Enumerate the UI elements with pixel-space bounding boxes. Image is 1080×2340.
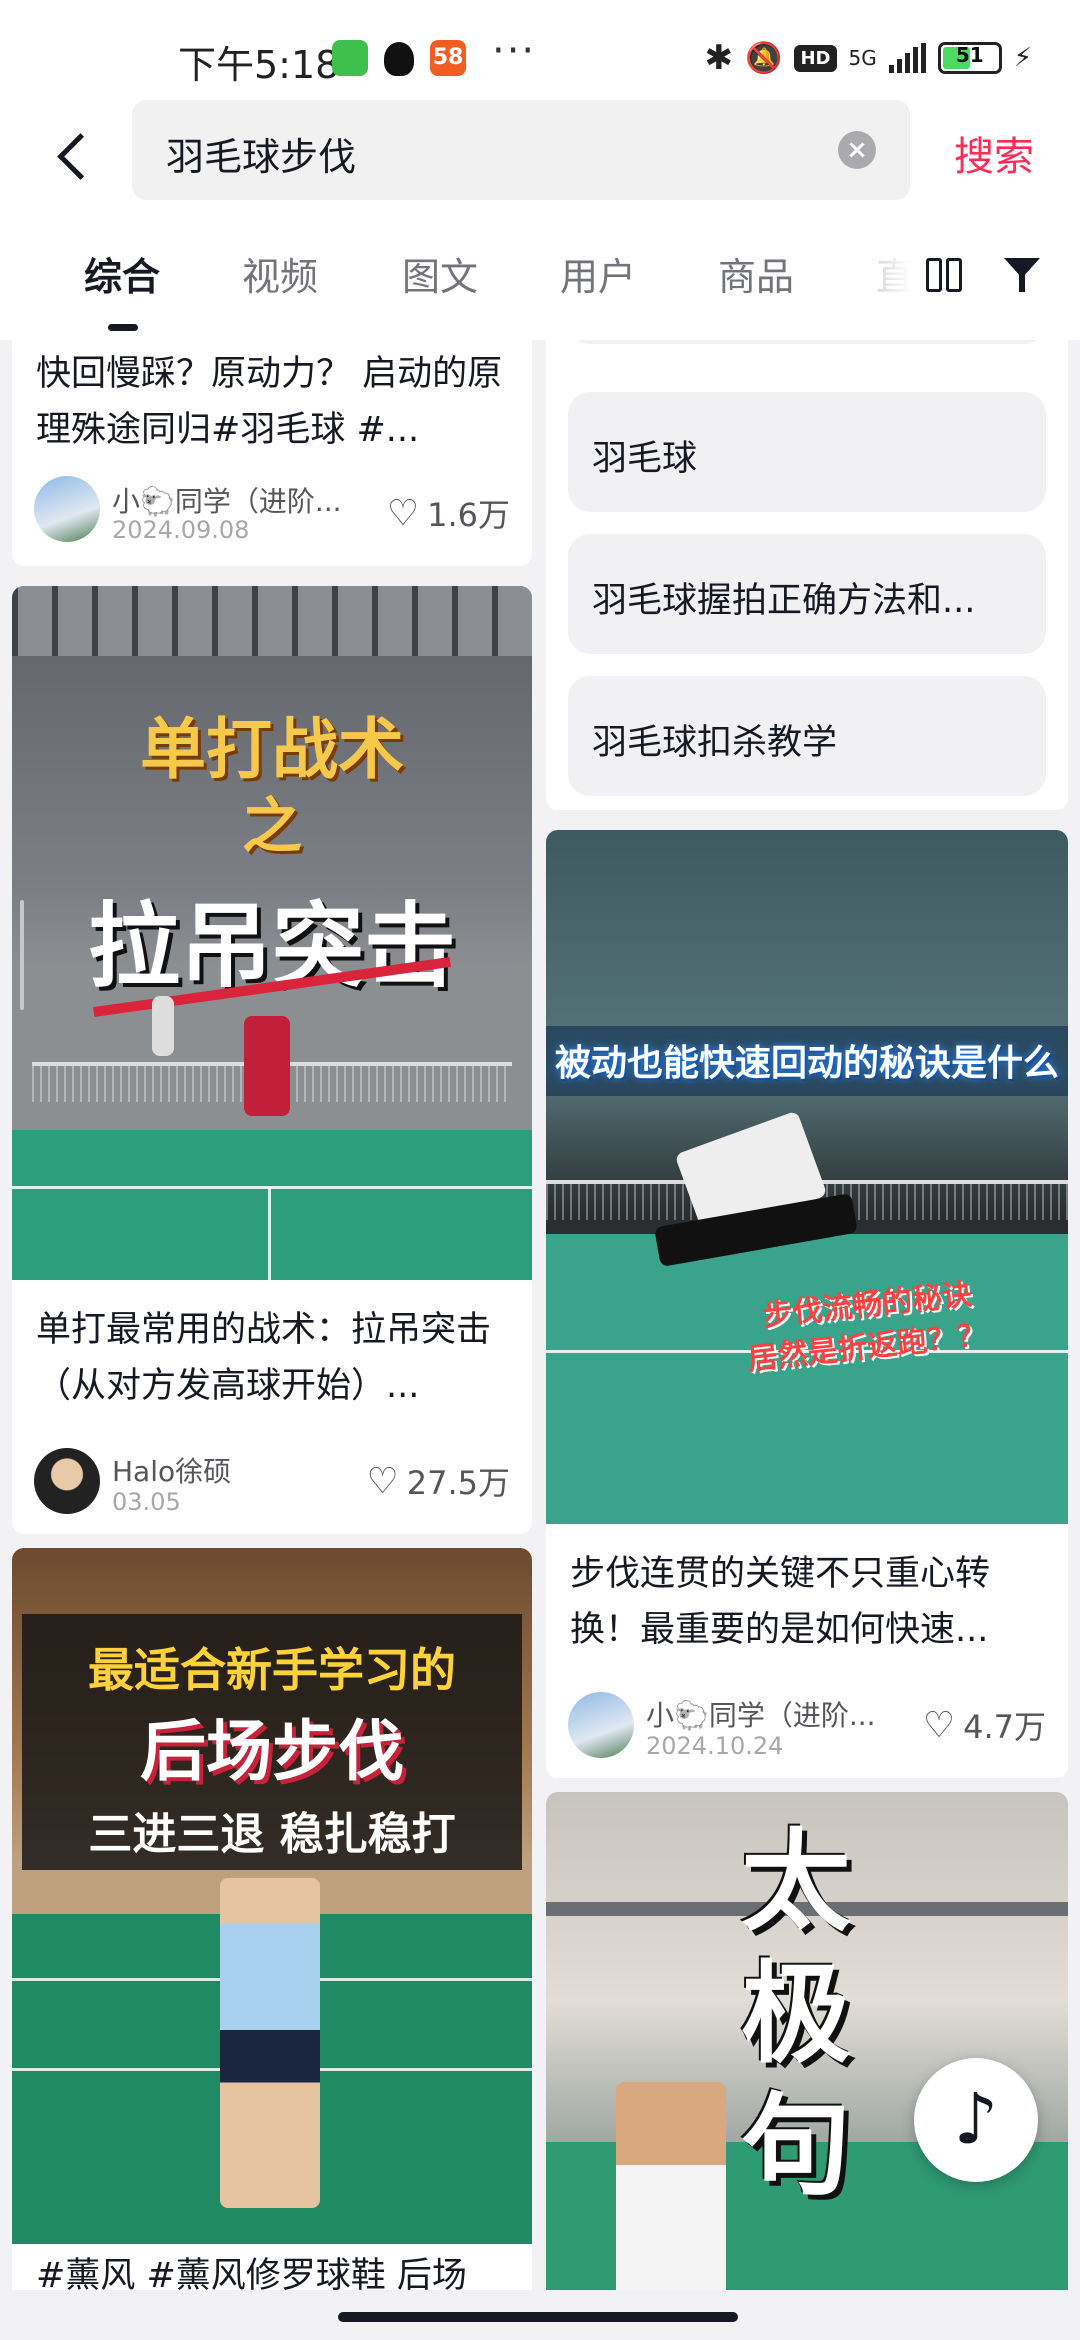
overlay-title: 最适合新手学习的: [88, 1643, 456, 1697]
like-count[interactable]: ♡ 1.6万: [387, 490, 510, 536]
overlay-headline: 后场步伐: [140, 1713, 404, 1790]
tab-image-text[interactable]: 图文: [402, 246, 478, 301]
suggestion-chip[interactable]: [568, 340, 1046, 344]
back-arrow-icon[interactable]: [44, 118, 104, 192]
filter-icon[interactable]: [1004, 258, 1042, 294]
tab-video[interactable]: 视频: [242, 246, 318, 301]
player-figure: [244, 1016, 290, 1116]
battery-icon: 51: [937, 42, 1002, 74]
avatar[interactable]: [568, 1692, 634, 1758]
status-right: ✱ 🔕 HD 5G 51 ⚡: [705, 38, 1032, 78]
card-title: 快回慢踩？原动力？ 启动的原理殊途同归#羽毛球 #...: [36, 354, 503, 450]
scrollbar[interactable]: [20, 900, 24, 1010]
video-card[interactable]: 单打战术 之 拉吊突击 单打最常用的战术：拉吊突击（从对方发高球开始）... H…: [12, 586, 532, 1534]
tab-comprehensive[interactable]: 综合: [84, 246, 160, 301]
video-card[interactable]: 最适合新手学习的 后场步伐 三进三退 稳扎稳打 #薰风 #薰风修罗球鞋 后场: [12, 1548, 532, 2290]
search-input[interactable]: 羽毛球步伐 ×: [132, 100, 910, 200]
heart-icon: ♡: [386, 492, 420, 534]
tab-fade: [862, 240, 932, 310]
signal-icon: [888, 43, 926, 73]
video-card[interactable]: 快回慢踩？原动力？ 启动的原理殊途同归#羽毛球 #... 小🐑同学（进阶... …: [12, 340, 532, 566]
gesture-bar: [0, 2290, 1080, 2340]
card-title: #薰风 #薰风修罗球鞋 后场: [36, 2256, 467, 2290]
player-figure: [152, 996, 174, 1056]
douyin-note-icon[interactable]: ♪: [914, 2058, 1038, 2182]
search-button[interactable]: 搜索: [954, 124, 1034, 182]
overlay-headline: 句: [741, 2082, 851, 2210]
charging-icon: ⚡: [1013, 43, 1032, 73]
mute-bell-icon: 🔕: [745, 40, 783, 76]
player-figure: [616, 2082, 726, 2290]
author-name[interactable]: Halo徐硕: [112, 1450, 231, 1490]
post-date: 2024.10.24: [646, 1732, 784, 1760]
overlay-subtitle: 之: [242, 792, 302, 862]
suggestion-chip[interactable]: 羽毛球: [568, 392, 1046, 512]
search-header: 羽毛球步伐 × 搜索: [0, 100, 1080, 210]
network-label: 5G: [848, 46, 877, 70]
58-icon: 58: [430, 40, 466, 76]
related-search-card: 羽毛球 羽毛球握拍正确方法和... 羽毛球扣杀教学: [546, 340, 1068, 810]
like-count[interactable]: ♡ 27.5万: [366, 1458, 510, 1504]
hd-badge: HD: [794, 44, 837, 72]
avatar[interactable]: [34, 476, 100, 542]
video-thumbnail[interactable]: 被动也能快速回动的秘诀是什么 步伐流畅的秘诀 居然是折返跑？？: [546, 830, 1068, 1524]
result-tabs: 综合 视频 图文 用户 商品 直: [0, 210, 1080, 340]
status-bar: 下午5:18 58 ··· ✱ 🔕 HD 5G 51 ⚡: [0, 0, 1080, 100]
more-notifications-icon: ···: [492, 28, 537, 74]
player-figure: [220, 1878, 320, 2208]
status-time: 下午5:18: [178, 43, 340, 87]
battery-level: 51: [955, 43, 984, 67]
heart-icon: ♡: [366, 1460, 399, 1502]
wechat-icon: [332, 40, 368, 76]
author-name[interactable]: 小🐑同学（进阶...: [646, 1694, 876, 1734]
court-line: [268, 1186, 271, 1280]
heart-icon: ♡: [922, 1704, 956, 1746]
like-count[interactable]: ♡ 4.7万: [923, 1702, 1046, 1748]
active-tab-indicator: [108, 324, 138, 331]
avatar[interactable]: [34, 1448, 100, 1514]
video-thumbnail[interactable]: 太 极 句: [546, 1792, 1068, 2290]
video-thumbnail[interactable]: 最适合新手学习的 后场步伐 三进三退 稳扎稳打: [12, 1548, 532, 2244]
video-thumbnail[interactable]: 单打战术 之 拉吊突击: [12, 586, 532, 1280]
layout-toggle-icon[interactable]: [926, 258, 962, 292]
court-floor: [12, 1130, 532, 1280]
card-title: 步伐连贯的关键不只重心转换！最重要的是如何快速...: [570, 1554, 991, 1650]
suggestion-chip[interactable]: 羽毛球握拍正确方法和...: [568, 534, 1046, 654]
post-date: 03.05: [112, 1488, 181, 1516]
video-card[interactable]: 太 极 句: [546, 1792, 1068, 2290]
bluetooth-icon: ✱: [704, 38, 734, 78]
tab-products[interactable]: 商品: [718, 246, 794, 301]
qq-icon: [384, 42, 414, 76]
court-line: [12, 1186, 532, 1189]
overlay-headline: 被动也能快速回动的秘诀是什么: [554, 1043, 1059, 1084]
home-indicator[interactable]: [338, 2312, 738, 2322]
search-query[interactable]: 羽毛球步伐: [166, 126, 356, 181]
suggestion-chip[interactable]: 羽毛球扣杀教学: [568, 676, 1046, 796]
video-card[interactable]: 被动也能快速回动的秘诀是什么 步伐流畅的秘诀 居然是折返跑？？ 步伐连贯的关键不…: [546, 830, 1068, 1778]
results-feed: 快回慢踩？原动力？ 启动的原理殊途同归#羽毛球 #... 小🐑同学（进阶... …: [0, 340, 1080, 2290]
post-date: 2024.09.08: [112, 516, 250, 544]
author-name[interactable]: 小🐑同学（进阶...: [112, 480, 342, 520]
ceiling-beams: [12, 586, 532, 656]
clear-icon[interactable]: ×: [838, 131, 876, 169]
overlay-subtitle: 三进三退 稳扎稳打: [88, 1809, 456, 1860]
card-title: 单打最常用的战术：拉吊突击（从对方发高球开始）...: [36, 1310, 492, 1406]
tab-users[interactable]: 用户: [560, 246, 636, 301]
